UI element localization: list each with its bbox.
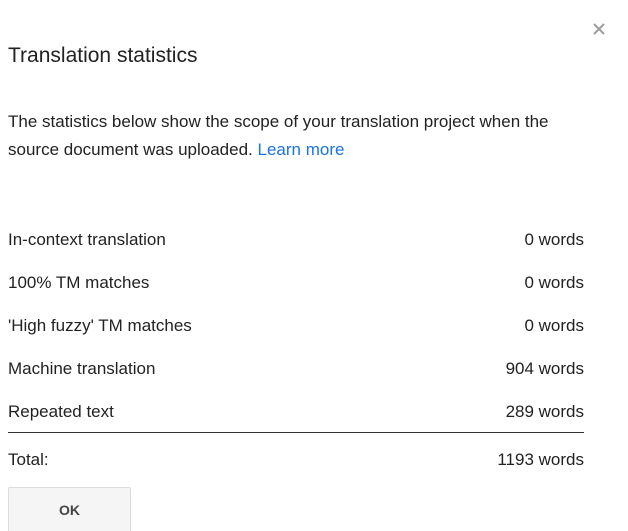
stat-value: 0 words: [524, 229, 584, 249]
close-icon: [592, 22, 606, 36]
stat-label: 100% TM matches: [8, 272, 150, 292]
translation-statistics-dialog: Translation statistics The statistics be…: [0, 0, 628, 531]
stat-label: In-context translation: [8, 229, 166, 249]
stats-list: In-context translation 0 words 100% TM m…: [8, 218, 584, 433]
stat-label: Repeated text: [8, 401, 114, 421]
stat-row-tm-matches: 100% TM matches 0 words: [8, 261, 584, 304]
stat-row-in-context: In-context translation 0 words: [8, 218, 584, 261]
learn-more-link[interactable]: Learn more: [258, 140, 345, 159]
stat-value: 904 words: [505, 358, 584, 378]
stat-label: Machine translation: [8, 358, 156, 378]
stat-label: 'High fuzzy' TM matches: [8, 315, 192, 335]
dialog-description: The statistics below show the scope of y…: [8, 108, 593, 164]
total-label: Total:: [8, 450, 49, 469]
close-button[interactable]: [586, 16, 612, 42]
stat-value: 0 words: [524, 272, 584, 292]
stat-row-high-fuzzy: 'High fuzzy' TM matches 0 words: [8, 304, 584, 347]
total-value: 1193 words: [497, 450, 584, 469]
total-divider: [8, 432, 584, 433]
ok-button[interactable]: OK: [8, 487, 131, 531]
stat-row-repeated-text: Repeated text 289 words: [8, 390, 584, 433]
total-row: Total: 1193 words: [8, 440, 584, 480]
dialog-title: Translation statistics: [8, 44, 198, 67]
stat-value: 289 words: [505, 401, 584, 421]
stat-row-machine-translation: Machine translation 904 words: [8, 347, 584, 390]
stat-value: 0 words: [524, 315, 584, 335]
